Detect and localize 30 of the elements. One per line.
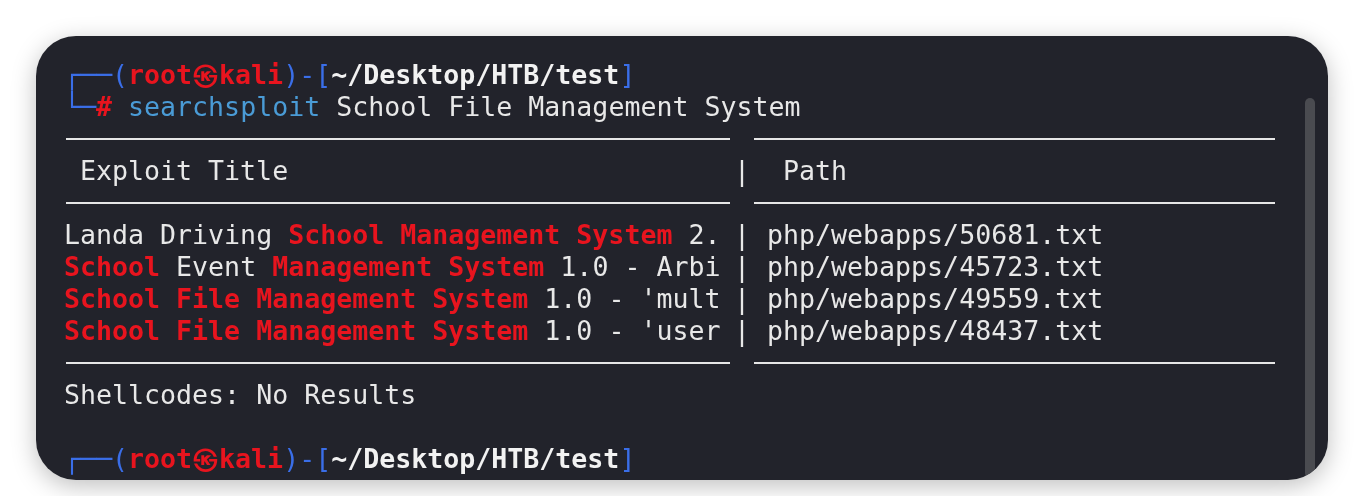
prompt-frame: ┌──( — [64, 59, 129, 91]
prompt-user: root㉿kali — [128, 59, 284, 91]
prompt-frame: )-[ — [283, 443, 332, 475]
command-name: searchsploit — [127, 91, 321, 123]
column-separator: | — [733, 251, 751, 283]
column-header: Path — [782, 155, 848, 187]
exploit-title: School File Management System 1.0 - 'mult — [64, 283, 722, 315]
prompt-symbol: # — [96, 91, 113, 123]
exploit-path: php/webapps/50681.txt — [766, 219, 1104, 251]
column-separator: | — [733, 155, 751, 187]
output-text: Shellcodes: No Results — [64, 379, 417, 411]
exploit-path: php/webapps/45723.txt — [766, 251, 1104, 283]
prompt-frame: ] — [619, 443, 636, 475]
exploit-title: School File Management System 1.0 - 'user — [64, 315, 722, 347]
prompt-frame: ] — [619, 59, 636, 91]
column-separator: | — [733, 315, 751, 347]
prompt-frame: ┌──( — [64, 443, 129, 475]
output-text: School File Management System — [335, 91, 801, 123]
prompt-frame: └─ — [64, 91, 97, 123]
prompt-frame: )-[ — [283, 59, 332, 91]
exploit-path: php/webapps/48437.txt — [766, 315, 1104, 347]
column-separator: | — [733, 283, 751, 315]
exploit-path: php/webapps/49559.txt — [766, 283, 1104, 315]
exploit-title: Landa Driving School Management System 2. — [64, 219, 722, 251]
column-header: Exploit Title — [79, 155, 290, 187]
column-separator: | — [733, 219, 751, 251]
exploit-title: School Event Management System 1.0 - Arbi — [64, 251, 722, 283]
prompt-path: ~/Desktop/HTB/test — [331, 59, 620, 91]
prompt-path: ~/Desktop/HTB/test — [331, 443, 620, 475]
prompt-user: root㉿kali — [128, 443, 284, 475]
